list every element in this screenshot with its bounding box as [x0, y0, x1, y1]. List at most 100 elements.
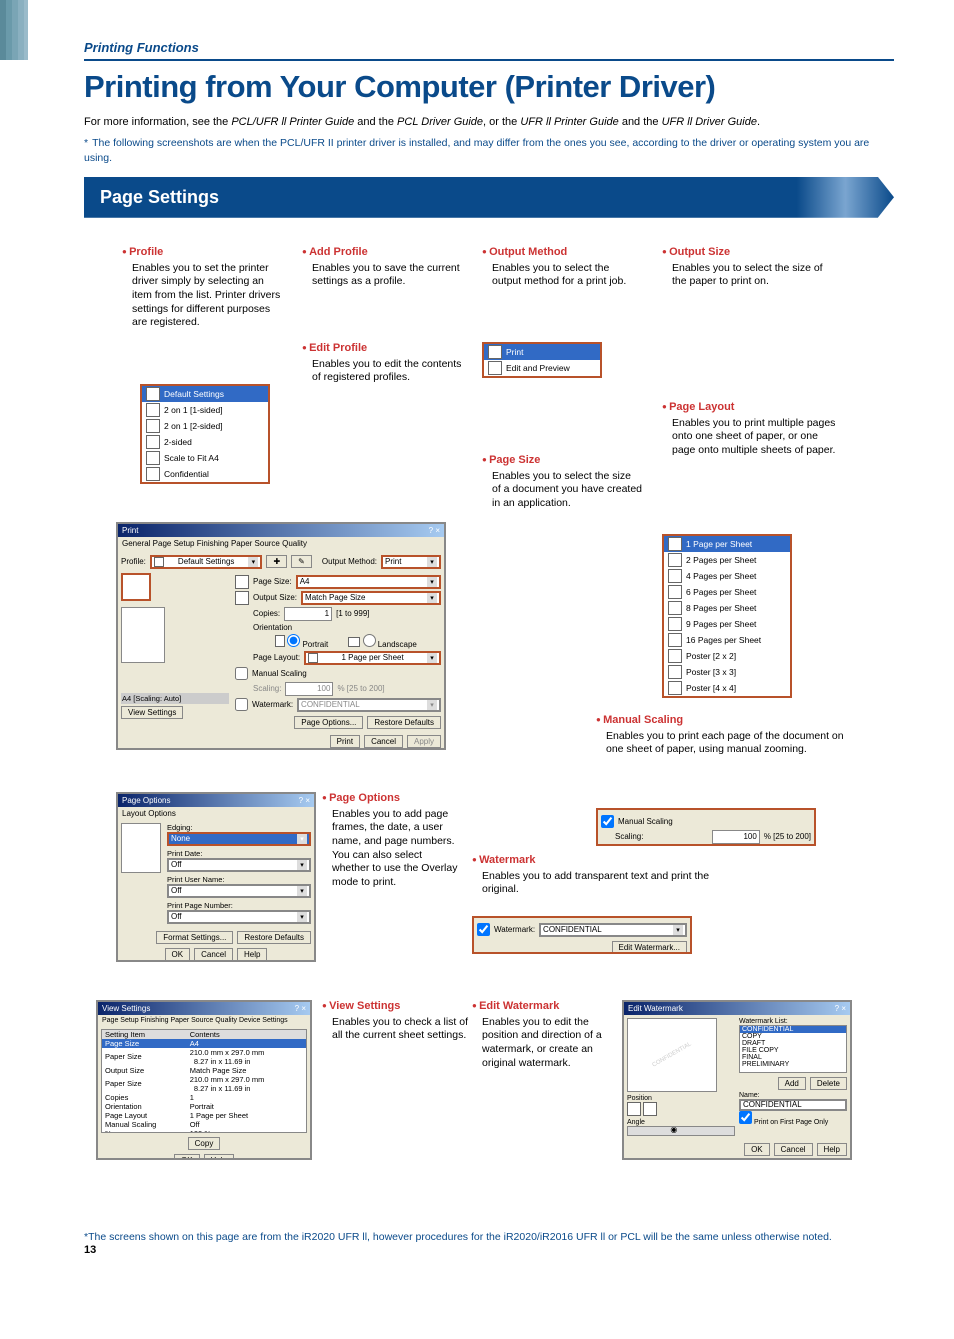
profile-combo[interactable]: Default Settings▾: [150, 555, 263, 569]
copies-spinner[interactable]: 1: [284, 607, 332, 621]
side-stripe: [0, 0, 28, 60]
watermark-combo[interactable]: CONFIDENTIAL▾: [297, 698, 441, 712]
page-preview: [121, 607, 165, 663]
watermark-list[interactable]: CONFIDENTIAL COPY DRAFT FILE COPY FINAL …: [739, 1025, 847, 1073]
bottom-note: *The screens shown on this page are from…: [84, 1230, 894, 1244]
print-button[interactable]: Print: [330, 735, 360, 748]
shot-pagelayout-list: 1 Page per Sheet 2 Pages per Sheet 4 Pag…: [662, 534, 792, 698]
firstpage-check[interactable]: [739, 1111, 752, 1124]
shot-page-options-dialog: Page Options? × Layout Options Edging: N…: [116, 792, 316, 962]
dialog-title: Page Options: [122, 796, 170, 805]
printuser-combo[interactable]: Off▾: [167, 884, 311, 898]
restore-defaults-button[interactable]: Restore Defaults: [367, 716, 441, 729]
watermark-combo2[interactable]: CONFIDENTIAL▾: [539, 923, 687, 937]
shot-view-settings-dialog: View Settings? × Page Setup Finishing Pa…: [96, 1000, 312, 1160]
pagelayout-item[interactable]: 1 Page per Sheet: [664, 536, 790, 552]
callout-edit-watermark: Edit Watermark Enables you to edit the p…: [472, 1000, 622, 1071]
copy-button[interactable]: Copy: [188, 1137, 221, 1150]
edit-profile-icon[interactable]: ✎: [291, 555, 312, 568]
close-icon[interactable]: ? ×: [299, 796, 310, 805]
pagelayout-item[interactable]: 16 Pages per Sheet: [664, 632, 790, 648]
watermark-check2[interactable]: [477, 923, 490, 936]
pagelayout-item[interactable]: 2 Pages per Sheet: [664, 552, 790, 568]
shot-edit-watermark-dialog: Edit Watermark? × CONFIDENTIAL Position …: [622, 1000, 852, 1160]
orient-landscape-radio[interactable]: [363, 634, 376, 647]
view-settings-button[interactable]: View Settings: [121, 706, 183, 719]
help-button[interactable]: Help: [237, 948, 267, 961]
settings-table: Setting ItemContents Page SizeA4 Paper S…: [102, 1030, 306, 1133]
section-banner: Page Settings: [84, 177, 894, 218]
profile-item[interactable]: 2 on 1 [2-sided]: [142, 418, 268, 434]
help-button[interactable]: Help: [204, 1154, 234, 1160]
pagelayout-item[interactable]: 6 Pages per Sheet: [664, 584, 790, 600]
header-rule: [84, 59, 894, 61]
pagelayout-item[interactable]: Poster [4 x 4]: [664, 680, 790, 696]
close-icon[interactable]: ? ×: [429, 526, 440, 535]
callout-add-profile: Add Profile Enables you to save the curr…: [302, 246, 462, 289]
outputsize-combo[interactable]: Match Page Size▾: [301, 591, 441, 605]
ok-button[interactable]: OK: [174, 1154, 200, 1160]
callout-edit-profile: Edit Profile Enables you to edit the con…: [302, 342, 462, 385]
orient-portrait-radio[interactable]: [287, 634, 300, 647]
pagelayout-item[interactable]: Poster [3 x 3]: [664, 664, 790, 680]
profile-item[interactable]: 2 on 1 [1-sided]: [142, 402, 268, 418]
name-input[interactable]: CONFIDENTIAL: [739, 1099, 847, 1111]
callout-watermark: Watermark Enables you to add transparent…: [472, 854, 722, 897]
dialog-tabs[interactable]: Page Setup Finishing Paper Source Qualit…: [98, 1015, 310, 1026]
profile-item[interactable]: Scale to Fit A4: [142, 450, 268, 466]
cancel-button[interactable]: Cancel: [364, 735, 403, 748]
callout-profile: Profile Enables you to set the printer d…: [122, 246, 282, 330]
printdate-combo[interactable]: Off▾: [167, 858, 311, 872]
ok-button[interactable]: OK: [165, 948, 191, 961]
edging-combo[interactable]: None▾: [167, 832, 311, 846]
page-title: Printing from Your Computer (Printer Dri…: [84, 69, 894, 105]
callout-output-size: Output Size Enables you to select the si…: [662, 246, 832, 289]
format-settings-button[interactable]: Format Settings...: [156, 931, 233, 944]
page-options-button[interactable]: Page Options...: [294, 716, 363, 729]
close-icon[interactable]: ? ×: [295, 1004, 306, 1013]
delete-button[interactable]: Delete: [810, 1077, 847, 1090]
manual-scaling-check[interactable]: [235, 667, 248, 680]
restore-defaults-button[interactable]: Restore Defaults: [237, 931, 311, 944]
outputmethod-combo[interactable]: Print▾: [381, 555, 441, 569]
cancel-button[interactable]: Cancel: [194, 948, 233, 961]
outputmethod-item[interactable]: Print: [484, 344, 600, 360]
callout-page-options: Page Options Enables you to add page fra…: [322, 792, 462, 890]
pagelayout-item[interactable]: Poster [2 x 2]: [664, 648, 790, 664]
ok-button[interactable]: OK: [744, 1143, 770, 1156]
scaling-spinner2[interactable]: 100: [712, 830, 760, 844]
pagelayout-item[interactable]: 9 Pages per Sheet: [664, 616, 790, 632]
cancel-button[interactable]: Cancel: [774, 1143, 813, 1156]
profile-item[interactable]: 2-sided: [142, 434, 268, 450]
close-icon[interactable]: ? ×: [835, 1004, 846, 1013]
dialog-title: Edit Watermark: [628, 1004, 683, 1013]
manual-scaling-check2[interactable]: [601, 815, 614, 828]
help-button[interactable]: Help: [817, 1143, 847, 1156]
apply-button[interactable]: Apply: [407, 735, 441, 748]
watermark-check[interactable]: [235, 698, 248, 711]
pagelayout-combo[interactable]: 1 Page per Sheet▾: [304, 651, 441, 665]
dialog-title: Print: [122, 526, 138, 535]
profile-item[interactable]: Confidential: [142, 466, 268, 482]
callout-page-layout: Page Layout Enables you to print multipl…: [662, 401, 842, 458]
add-button[interactable]: Add: [778, 1077, 806, 1090]
watermark-preview: CONFIDENTIAL: [627, 1018, 717, 1092]
pagelayout-item[interactable]: 4 Pages per Sheet: [664, 568, 790, 584]
shot-manual-scaling: Manual Scaling Scaling:100% [25 to 200]: [596, 808, 816, 846]
pagesize-combo[interactable]: A4▾: [296, 575, 441, 589]
pagelayout-item[interactable]: 8 Pages per Sheet: [664, 600, 790, 616]
callout-page-size: Page Size Enables you to select the size…: [482, 454, 642, 511]
intro-paragraph: For more information, see the PCL/UFR ll…: [84, 115, 894, 130]
printpage-combo[interactable]: Off▾: [167, 910, 311, 924]
profile-item[interactable]: Default Settings: [142, 386, 268, 402]
scaling-spinner[interactable]: 100: [285, 682, 333, 696]
shot-outputmethod-list: Print Edit and Preview: [482, 342, 602, 378]
preview-pane: [121, 573, 151, 601]
add-profile-icon[interactable]: ✚: [266, 555, 287, 568]
angle-slider[interactable]: ◉: [627, 1126, 735, 1136]
dialog-tab[interactable]: Layout Options: [118, 807, 314, 820]
outputmethod-item[interactable]: Edit and Preview: [484, 360, 600, 376]
edit-watermark-button[interactable]: Edit Watermark...: [612, 941, 688, 954]
tabs[interactable]: General Page Setup Finishing Paper Sourc…: [118, 537, 444, 550]
callout-view-settings: View Settings Enables you to check a lis…: [322, 1000, 472, 1043]
